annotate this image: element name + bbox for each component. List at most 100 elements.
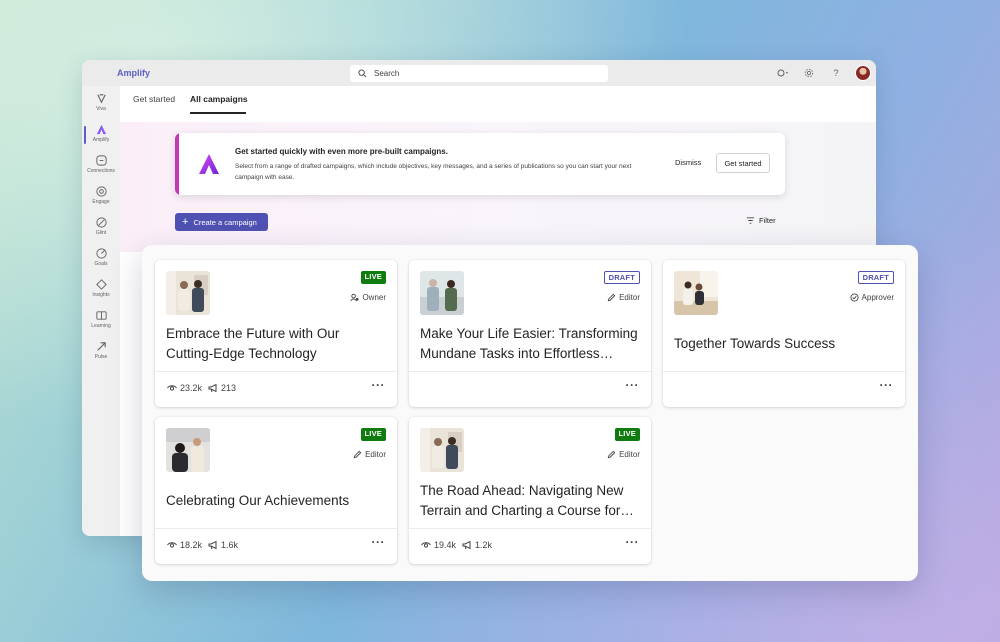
- banner-title: Get started quickly with even more pre-b…: [235, 147, 448, 156]
- rail-item-amplify[interactable]: Amplify: [82, 121, 120, 151]
- rail-label: Viva: [96, 106, 106, 112]
- title-bar: Amplify Search ?: [82, 60, 876, 86]
- help-icon[interactable]: ?: [829, 66, 843, 80]
- more-options-icon[interactable]: ···: [372, 535, 386, 549]
- campaign-title: The Road Ahead: Navigating New Terrain a…: [420, 483, 634, 518]
- pencil-icon: [607, 293, 616, 302]
- campaign-title: Together Towards Success: [674, 336, 836, 351]
- role-label: Owner: [350, 293, 386, 302]
- more-options-icon[interactable]: ···: [626, 535, 640, 549]
- filter-label: Filter: [759, 216, 776, 225]
- views-icon: [167, 542, 177, 548]
- megaphone-icon: [462, 540, 471, 550]
- app-name: Amplify: [117, 68, 151, 78]
- status-badge: LIVE: [360, 271, 386, 284]
- user-avatar[interactable]: [855, 65, 871, 81]
- role-text: Editor: [619, 293, 640, 302]
- campaign-grid-panel: LIVE Owner Embrace the Future with Our C…: [142, 245, 918, 581]
- campaign-card[interactable]: LIVE Owner Embrace the Future with Our C…: [155, 260, 397, 407]
- rail-label: Amplify: [92, 137, 110, 143]
- rail-item-connections[interactable]: Connections: [82, 152, 120, 182]
- connections-icon: [95, 155, 107, 166]
- rail-item-learning[interactable]: Learning: [82, 307, 120, 337]
- owner-icon: [350, 293, 359, 302]
- search-placeholder: Search: [374, 69, 400, 78]
- announcements-count: 1.2k: [475, 540, 493, 550]
- role-label: Approver: [849, 293, 894, 302]
- amplify-logo-icon: [199, 154, 219, 174]
- campaign-thumbnail: [420, 428, 464, 472]
- campaign-thumbnail: [420, 271, 464, 315]
- amplify-icon: [96, 124, 106, 135]
- rail-label: Insights: [92, 292, 110, 298]
- dismiss-button[interactable]: Dismiss: [675, 158, 701, 167]
- views-icon: [167, 385, 177, 391]
- role-text: Owner: [362, 293, 386, 302]
- pulse-icon: [96, 342, 106, 351]
- announcements-count: 1.6k: [221, 540, 239, 550]
- more-options-icon[interactable]: ···: [372, 378, 386, 392]
- status-badge: LIVE: [360, 428, 386, 441]
- campaign-stats: 19.4k 1.2k: [421, 540, 498, 550]
- pencil-icon: [607, 450, 616, 459]
- search-input[interactable]: Search: [350, 65, 608, 82]
- create-campaign-button[interactable]: + Create a campaign: [175, 213, 268, 231]
- insights-icon: [95, 279, 107, 290]
- views-count: 19.4k: [434, 540, 457, 550]
- rail-item-insights[interactable]: Insights: [82, 276, 120, 306]
- announcements-count: 213: [221, 383, 237, 393]
- campaign-card[interactable]: LIVE Editor Celebrating Our Achievements…: [155, 417, 397, 564]
- more-options-icon[interactable]: ···: [880, 378, 894, 392]
- get-started-button[interactable]: Get started: [716, 153, 770, 173]
- pencil-icon: [353, 450, 362, 459]
- search-icon: [358, 69, 367, 78]
- sparkle-menu-icon[interactable]: [774, 66, 792, 80]
- rail-label: Glint: [95, 230, 107, 236]
- role-label: Editor: [607, 450, 640, 459]
- promo-banner: Get started quickly with even more pre-b…: [175, 133, 785, 195]
- campaign-card[interactable]: DRAFT Approver Together Towards Success …: [663, 260, 905, 407]
- role-label: Editor: [607, 293, 640, 302]
- rail-label: Pulse: [94, 354, 108, 360]
- settings-icon[interactable]: [802, 66, 816, 80]
- filter-button[interactable]: Filter: [746, 216, 776, 225]
- views-icon: [421, 542, 431, 548]
- engage-icon: [95, 186, 107, 197]
- campaign-title: Embrace the Future with Our Cutting-Edge…: [166, 326, 340, 361]
- rail-label: Goals: [94, 261, 108, 267]
- more-options-icon[interactable]: ···: [626, 378, 640, 392]
- viva-icon: [96, 94, 106, 104]
- card-divider: [155, 371, 397, 372]
- tab-all-campaigns[interactable]: All campaigns: [190, 94, 248, 104]
- plus-icon: +: [182, 216, 189, 228]
- tab-get-started[interactable]: Get started: [133, 94, 175, 104]
- rail-item-goals[interactable]: Goals: [82, 245, 120, 275]
- views-count: 23.2k: [180, 383, 203, 393]
- card-divider: [409, 528, 651, 529]
- learning-icon: [95, 311, 107, 320]
- rail-item-glint[interactable]: Glint: [82, 214, 120, 244]
- rail-label: Connections: [87, 168, 115, 174]
- campaign-card[interactable]: LIVE Editor The Road Ahead: Navigating N…: [409, 417, 651, 564]
- rail-item-viva[interactable]: Viva: [82, 90, 120, 120]
- campaign-title: Celebrating Our Achievements: [166, 493, 350, 508]
- campaign-thumbnail: [674, 271, 718, 315]
- create-campaign-label: Create a campaign: [193, 217, 257, 227]
- views-count: 18.2k: [180, 540, 203, 550]
- role-text: Approver: [861, 293, 894, 302]
- app-rail: Viva Amplify Connections Engage Glint Go…: [82, 86, 120, 536]
- rail-label: Learning: [91, 323, 111, 329]
- card-divider: [663, 371, 905, 372]
- active-tab-indicator: [190, 112, 246, 114]
- banner-text: Select from a range of drafted campaigns…: [235, 163, 632, 181]
- glint-icon: [95, 217, 107, 228]
- campaign-thumbnail: [166, 428, 210, 472]
- megaphone-icon: [208, 383, 217, 393]
- campaign-card[interactable]: DRAFT Editor Make Your Life Easier: Tran…: [409, 260, 651, 407]
- card-divider: [155, 528, 397, 529]
- rail-item-pulse[interactable]: Pulse: [82, 338, 120, 368]
- role-text: Editor: [365, 450, 386, 459]
- rail-item-engage[interactable]: Engage: [82, 183, 120, 213]
- megaphone-icon: [208, 540, 217, 550]
- campaign-stats: 23.2k 213: [167, 383, 242, 393]
